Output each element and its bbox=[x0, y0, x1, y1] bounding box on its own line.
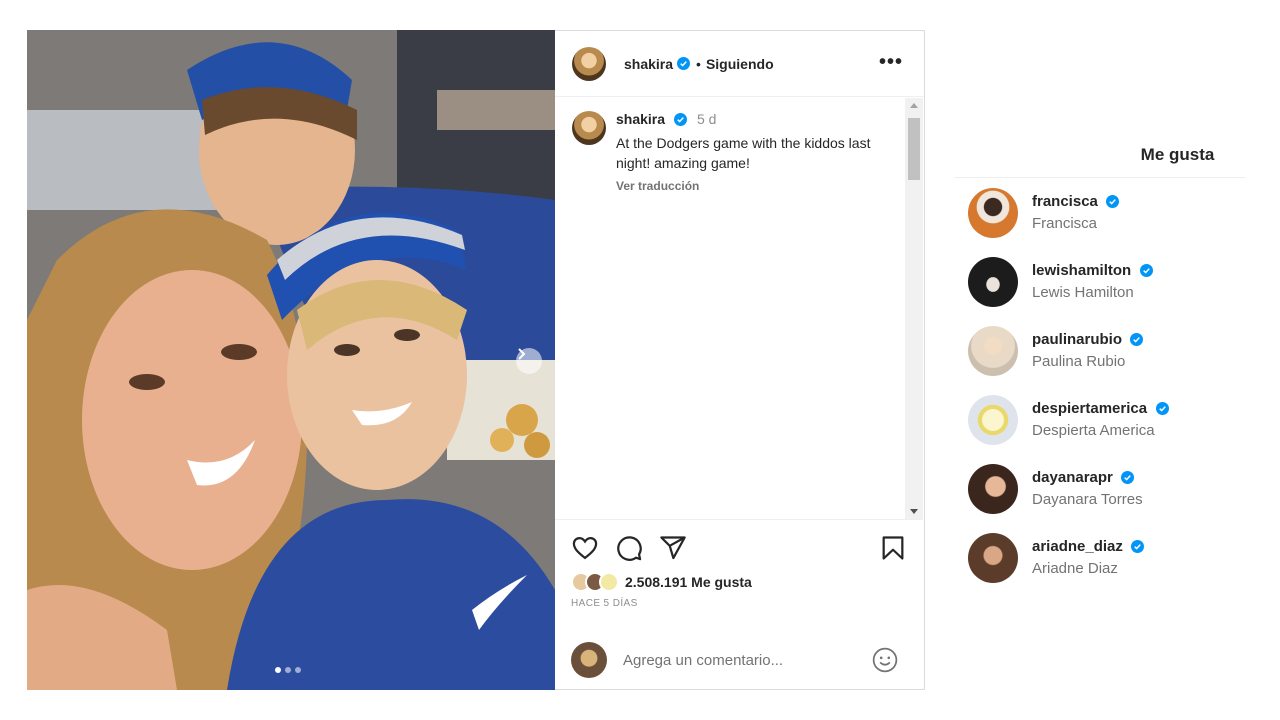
post-actions: 2.508.191 Me gusta HACE 5 DÍAS bbox=[555, 519, 923, 609]
post-username[interactable]: shakira bbox=[624, 56, 673, 72]
like-full-name: Francisca bbox=[1032, 215, 1098, 232]
translate-link[interactable]: Ver traducción bbox=[616, 179, 881, 193]
list-item[interactable]: lewishamilton Lewis Hamilton bbox=[954, 247, 1246, 316]
carousel-dot bbox=[295, 667, 301, 673]
likes-count[interactable]: 2.508.191 Me gusta bbox=[625, 574, 752, 590]
avatar[interactable] bbox=[968, 394, 1018, 445]
comment-box bbox=[555, 631, 923, 689]
like-full-name: Lewis Hamilton bbox=[1032, 284, 1134, 301]
like-username[interactable]: francisca bbox=[1032, 193, 1098, 210]
scroll-down-arrow-icon[interactable] bbox=[910, 509, 918, 514]
emoji-icon[interactable] bbox=[872, 647, 898, 673]
list-item[interactable]: paulinarubio Paulina Rubio bbox=[954, 316, 1246, 385]
carousel-dot bbox=[285, 667, 291, 673]
post-photo-illustration bbox=[27, 30, 555, 690]
avatar[interactable] bbox=[968, 463, 1018, 514]
post-panel: shakira • Siguiendo ••• shakira 5 d At t… bbox=[555, 30, 925, 690]
avatar[interactable] bbox=[968, 325, 1018, 376]
like-username[interactable]: paulinarubio bbox=[1032, 331, 1122, 348]
separator-dot: • bbox=[696, 55, 701, 72]
carousel-indicator bbox=[275, 667, 301, 673]
verified-badge-icon bbox=[677, 57, 691, 70]
heart-icon[interactable] bbox=[571, 534, 599, 562]
avatar[interactable] bbox=[968, 187, 1018, 238]
carousel-dot bbox=[275, 667, 281, 673]
comment-icon[interactable] bbox=[615, 534, 643, 562]
avatar[interactable] bbox=[572, 111, 606, 145]
verified-badge-icon bbox=[1106, 195, 1120, 209]
avatar bbox=[571, 642, 607, 678]
verified-badge-icon bbox=[1121, 471, 1135, 485]
like-username[interactable]: lewishamilton bbox=[1032, 262, 1131, 279]
verified-badge-icon bbox=[673, 113, 687, 127]
post-photo[interactable] bbox=[27, 30, 555, 690]
like-full-name: Dayanara Torres bbox=[1032, 491, 1143, 508]
likes-panel: Me gusta francisca Francisca lewishamilt… bbox=[954, 130, 1246, 592]
chevron-right-icon bbox=[518, 348, 526, 360]
list-item[interactable]: ariadne_diaz Ariadne Diaz bbox=[954, 523, 1246, 592]
post-time-ago: HACE 5 DÍAS bbox=[571, 598, 638, 609]
list-item[interactable]: dayanarapr Dayanara Torres bbox=[954, 454, 1246, 523]
share-icon[interactable] bbox=[659, 534, 687, 562]
caption-area: shakira 5 d At the Dodgers game with the… bbox=[555, 98, 923, 519]
verified-badge-icon bbox=[1131, 540, 1145, 554]
comment-input[interactable] bbox=[621, 650, 861, 670]
like-full-name: Paulina Rubio bbox=[1032, 353, 1126, 370]
likes-panel-title: Me gusta bbox=[954, 130, 1246, 178]
more-horizontal-icon[interactable]: ••• bbox=[879, 51, 903, 74]
verified-badge-icon bbox=[1155, 402, 1169, 416]
likes-list: francisca Francisca lewishamilton Lewis … bbox=[954, 178, 1246, 592]
scrollbar[interactable] bbox=[905, 98, 923, 519]
like-full-name: Ariadne Diaz bbox=[1032, 560, 1118, 577]
like-full-name: Despierta America bbox=[1032, 422, 1155, 439]
carousel-next-button[interactable] bbox=[516, 348, 542, 374]
caption-username[interactable]: shakira bbox=[616, 111, 665, 127]
caption-text: At the Dodgers game with the kiddos last… bbox=[616, 135, 871, 171]
like-username[interactable]: ariadne_diaz bbox=[1032, 538, 1123, 555]
list-item[interactable]: despiertamerica Despierta America bbox=[954, 385, 1246, 454]
like-username[interactable]: dayanarapr bbox=[1032, 469, 1113, 486]
avatar[interactable] bbox=[572, 46, 606, 81]
avatar[interactable] bbox=[968, 532, 1018, 583]
list-item[interactable]: francisca Francisca bbox=[954, 178, 1246, 247]
following-button[interactable]: Siguiendo bbox=[706, 56, 774, 72]
caption-time: 5 d bbox=[696, 111, 717, 127]
post-header: shakira • Siguiendo ••• bbox=[555, 31, 924, 97]
like-username[interactable]: despiertamerica bbox=[1032, 400, 1147, 417]
scroll-up-arrow-icon[interactable] bbox=[910, 103, 918, 108]
verified-badge-icon bbox=[1139, 264, 1153, 278]
caption: shakira 5 d At the Dodgers game with the… bbox=[572, 111, 881, 193]
avatar[interactable] bbox=[968, 256, 1018, 307]
bookmark-icon[interactable] bbox=[879, 534, 907, 562]
scrollbar-thumb[interactable] bbox=[908, 118, 920, 180]
verified-badge-icon bbox=[1130, 333, 1144, 347]
